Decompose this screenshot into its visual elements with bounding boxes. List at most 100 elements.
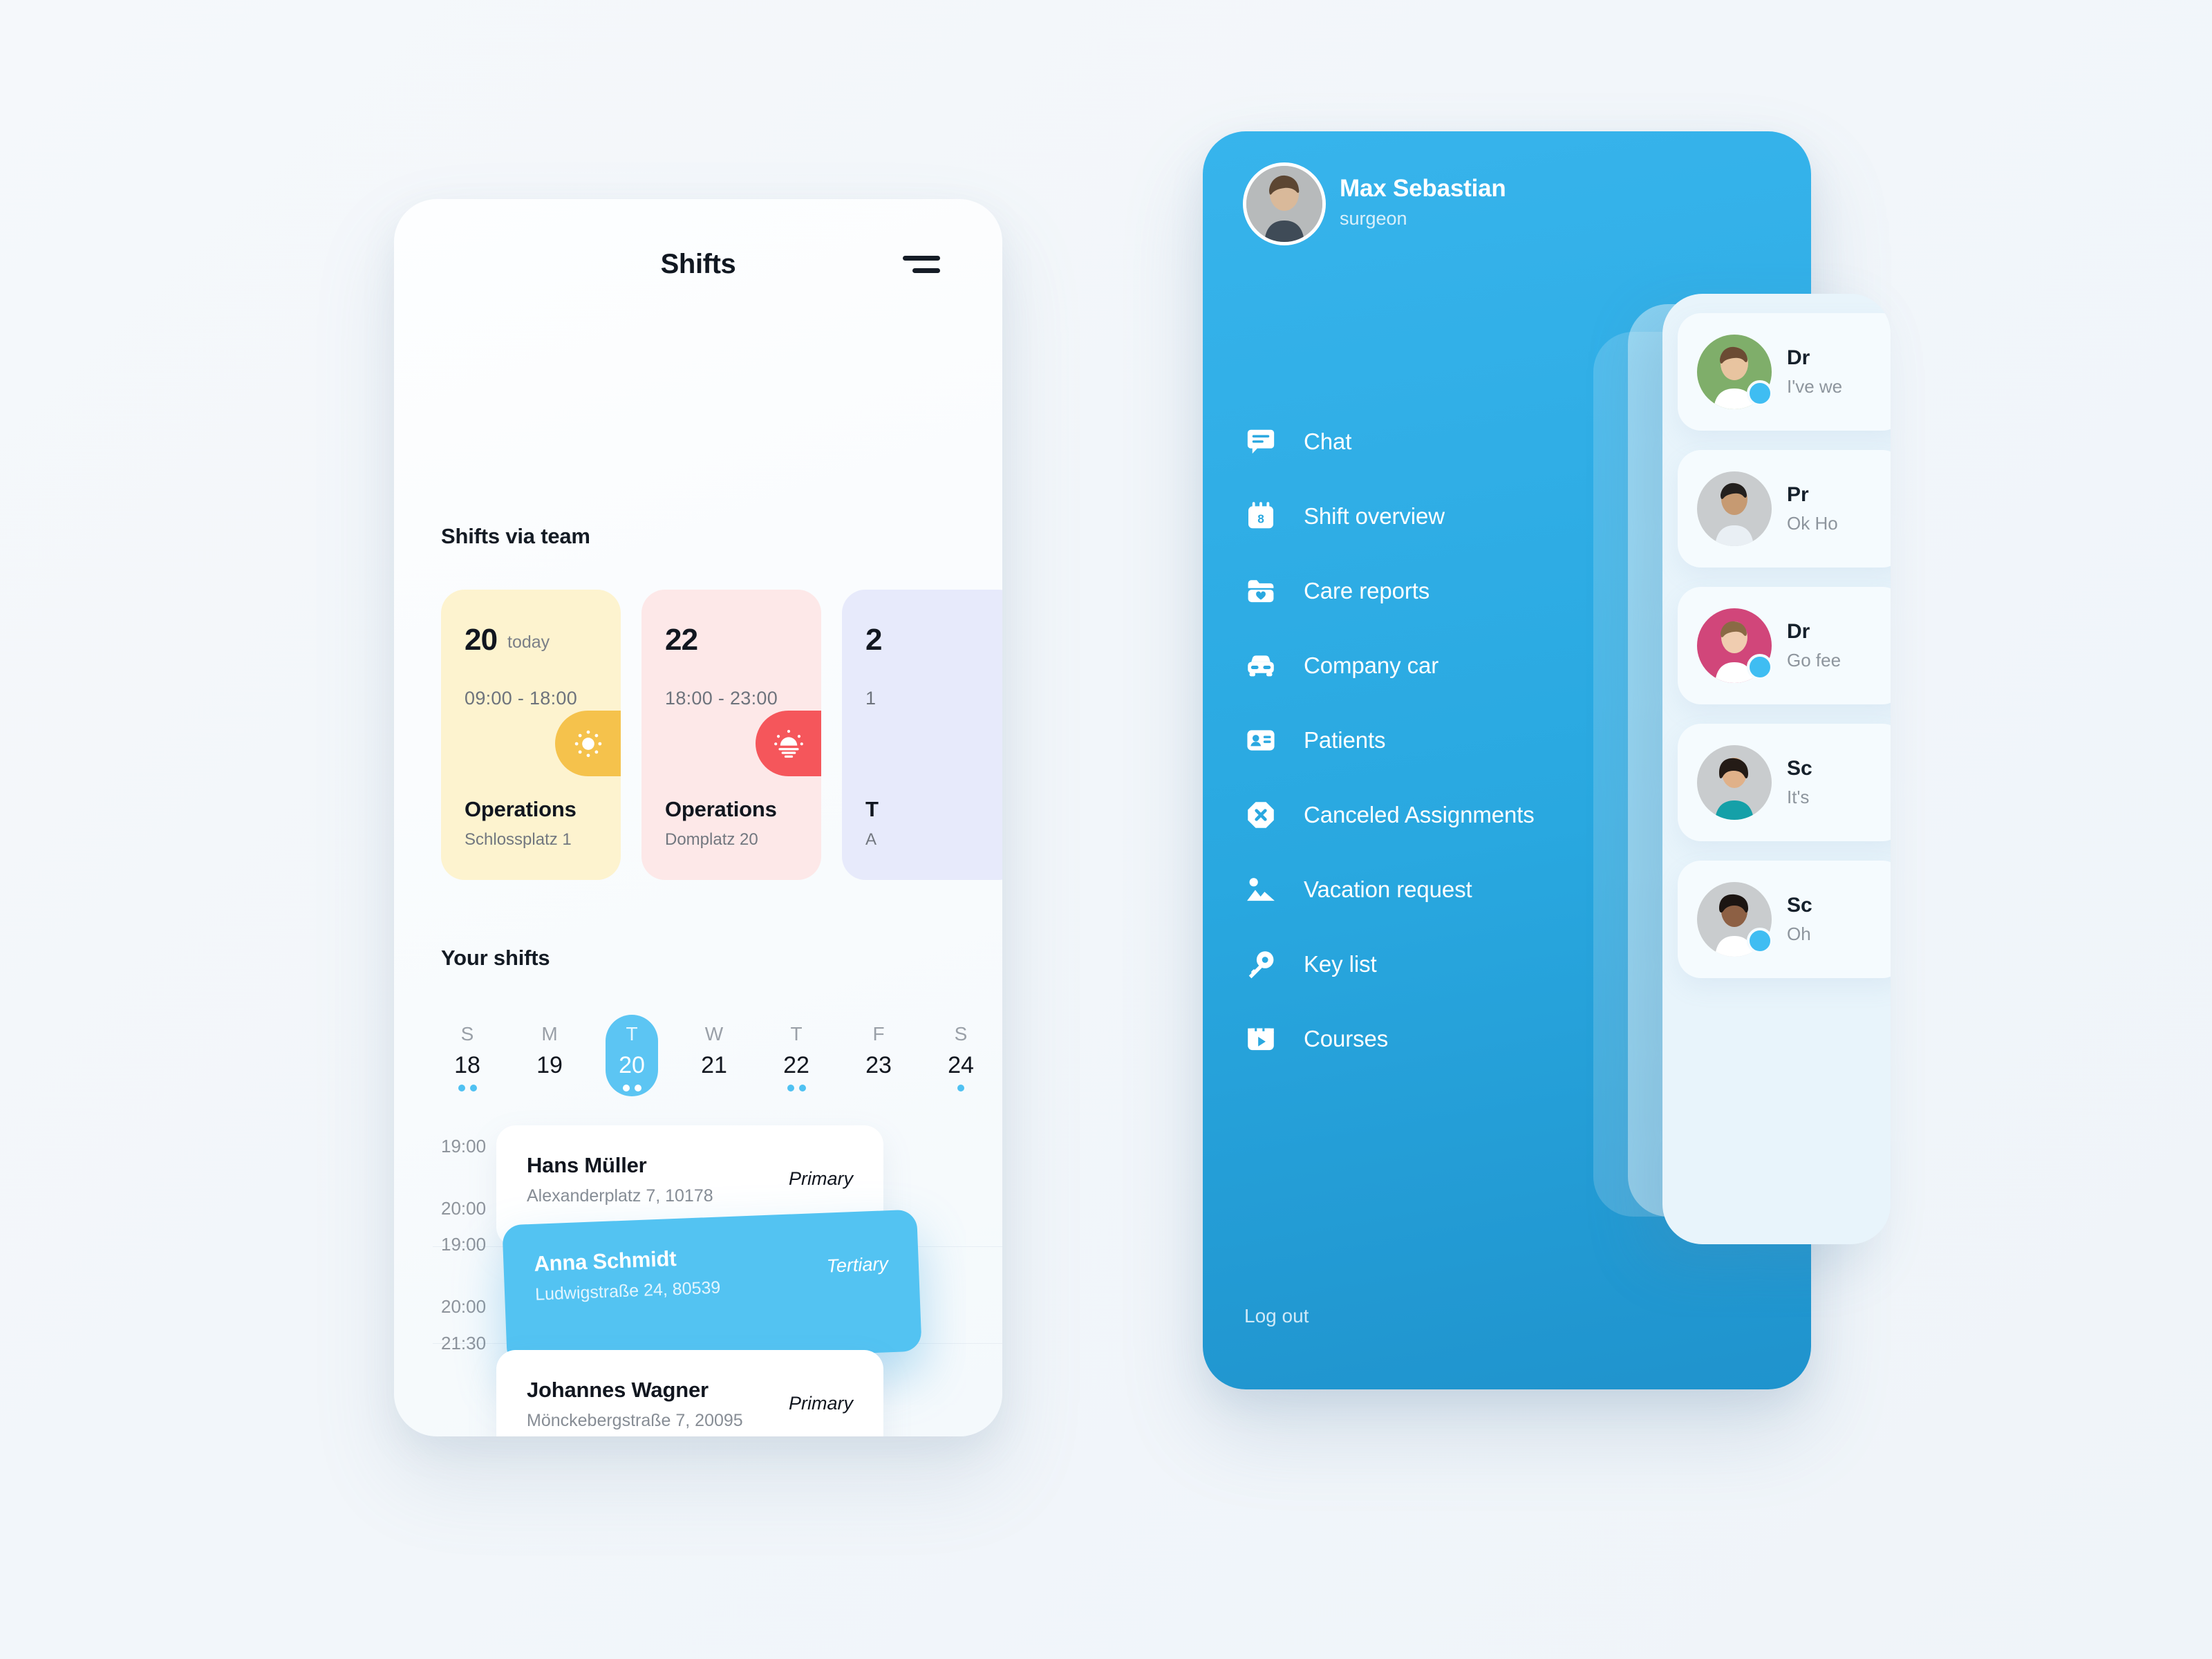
shift-timeline: 19:00 20:00 19:00 20:00 21:30 Hans Mülle… xyxy=(394,1125,1002,1436)
menu-item-label: Vacation request xyxy=(1304,877,1472,902)
hamburger-icon[interactable] xyxy=(903,256,940,279)
chat-preview: Go fee xyxy=(1787,649,1841,671)
chat-preview: I've we xyxy=(1787,375,1843,397)
logout-button[interactable]: Log out xyxy=(1244,1305,1309,1327)
appointment-role: Tertiary xyxy=(826,1253,889,1277)
appointment-name: Anna Schmidt xyxy=(533,1246,677,1276)
menu-item-label: Courses xyxy=(1304,1026,1389,1051)
shift-card-address: A xyxy=(865,830,877,849)
avatar xyxy=(1697,471,1772,546)
chat-list-item[interactable]: Dr Go fee xyxy=(1678,587,1891,704)
chat-bubble-icon xyxy=(1243,424,1279,460)
shift-card[interactable]: 2 1 T A xyxy=(842,590,1002,880)
shift-card-time: 1 xyxy=(865,688,877,709)
shift-card-address: Domplatz 20 xyxy=(665,830,758,849)
timeline-time-label: 20:00 xyxy=(441,1198,487,1219)
menu-item-label: Canceled Assignments xyxy=(1304,802,1535,827)
appointment-role: Primary xyxy=(789,1393,853,1414)
section-title-team: Shifts via team xyxy=(441,524,590,548)
day-of-week: T xyxy=(626,1023,638,1044)
appointment-card-selected[interactable]: Anna Schmidt Ludwigstraße 24, 80539 Tert… xyxy=(502,1209,922,1367)
chat-name: Dr xyxy=(1787,619,1810,643)
day-number: 24 xyxy=(948,1052,974,1078)
avatar xyxy=(1697,608,1773,683)
appointment-address: Mönckebergstraße 7, 20095 xyxy=(527,1411,743,1430)
day-selector[interactable]: S 18 M 19 T 20 W 21 T 22 F 23 S 24 xyxy=(441,1015,987,1098)
chat-preview: It's xyxy=(1787,786,1810,807)
appointment-name: Johannes Wagner xyxy=(527,1378,709,1402)
avatar xyxy=(1697,335,1773,409)
day-cell-18[interactable]: S 18 xyxy=(441,1015,494,1096)
chat-list-item[interactable]: Dr I've we xyxy=(1678,313,1891,431)
timeline-time-label: 19:00 xyxy=(441,1136,487,1156)
menu-item-label: Shift overview xyxy=(1304,503,1445,529)
calendar-icon: 8 xyxy=(1243,498,1279,534)
day-number: 22 xyxy=(783,1052,809,1078)
chat-name: Dr xyxy=(1787,346,1810,369)
appointment-card[interactable]: Johannes Wagner Mönckebergstraße 7, 2009… xyxy=(496,1350,883,1436)
section-title-your-shifts: Your shifts xyxy=(441,946,550,970)
x-octagon-icon xyxy=(1243,797,1279,833)
online-indicator xyxy=(1747,928,1773,954)
timeline-time-label: 21:30 xyxy=(441,1333,487,1353)
day-dots xyxy=(458,1085,477,1091)
shift-card-department: Operations xyxy=(665,797,777,821)
chat-name: Pr xyxy=(1787,482,1809,506)
day-of-week: T xyxy=(790,1023,803,1044)
key-icon xyxy=(1243,946,1279,982)
day-cell-24[interactable]: S 24 xyxy=(935,1015,987,1096)
sunset-icon xyxy=(756,711,821,776)
shift-card-address: Schlossplatz 1 xyxy=(465,830,572,849)
chat-list-item[interactable]: Sc It's xyxy=(1678,724,1891,841)
day-of-week: W xyxy=(704,1023,724,1044)
day-number: 19 xyxy=(536,1052,563,1078)
appointment-name: Hans Müller xyxy=(527,1153,647,1177)
folder-heart-icon xyxy=(1243,573,1279,609)
day-cell-23[interactable]: F 23 xyxy=(852,1015,905,1096)
avatar xyxy=(1697,745,1772,820)
appointment-address: Alexanderplatz 7, 10178 xyxy=(527,1186,713,1206)
day-dots xyxy=(622,1085,641,1091)
menu-item-label: Patients xyxy=(1304,727,1386,753)
shift-card[interactable]: 20 today 09:00 - 18:00 Operations Schlos… xyxy=(441,590,621,880)
team-shift-carousel[interactable]: 20 today 09:00 - 18:00 Operations Schlos… xyxy=(441,590,1002,880)
shift-card-time: 09:00 - 18:00 xyxy=(465,688,578,709)
day-cell-22[interactable]: T 22 xyxy=(770,1015,823,1096)
video-play-icon xyxy=(1243,1021,1279,1057)
landscape-icon xyxy=(1243,872,1279,908)
menu-item-label: Care reports xyxy=(1304,578,1430,603)
online-indicator xyxy=(1747,380,1773,406)
chat-name: Sc xyxy=(1787,893,1812,917)
menu-item-label: Key list xyxy=(1304,951,1377,977)
menu-item-label: Chat xyxy=(1304,429,1352,454)
day-dots xyxy=(787,1085,806,1091)
chat-preview: Ok Ho xyxy=(1787,512,1838,534)
online-indicator xyxy=(1747,654,1773,680)
day-number: 18 xyxy=(454,1052,480,1078)
timeline-time-label: 19:00 xyxy=(441,1234,487,1255)
shift-card-time: 18:00 - 23:00 xyxy=(665,688,778,709)
day-number: 21 xyxy=(701,1052,727,1078)
avatar xyxy=(1697,882,1773,957)
shift-card[interactable]: 22 18:00 - 23:00 Operations Domplatz 20 xyxy=(641,590,821,880)
profile-header[interactable]: Max Sebastian surgeon xyxy=(1243,162,1658,252)
day-number: 23 xyxy=(865,1052,892,1078)
day-of-week: M xyxy=(541,1023,558,1044)
chat-preview: Oh xyxy=(1787,923,1811,944)
profile-role: surgeon xyxy=(1340,208,1407,229)
day-cell-21[interactable]: W 21 xyxy=(688,1015,740,1096)
day-cell-20[interactable]: T 20 xyxy=(606,1015,658,1096)
chat-list-item[interactable]: Sc Oh xyxy=(1678,861,1891,978)
chat-list-item[interactable]: Pr Ok Ho xyxy=(1678,450,1891,568)
chat-drawer[interactable]: Dr I've we Pr Ok Ho Dr Go fee Sc It's Sc… xyxy=(1662,294,1891,1244)
shift-card-day: 20 xyxy=(465,623,498,657)
svg-text:8: 8 xyxy=(1257,512,1264,526)
chat-name: Sc xyxy=(1787,756,1812,780)
shifts-phone: Shifts Shifts via team 20 today 09:00 - … xyxy=(394,199,1002,1436)
avatar xyxy=(1243,162,1326,245)
day-dots xyxy=(957,1085,964,1091)
id-card-icon xyxy=(1243,722,1279,758)
shifts-header: Shifts xyxy=(394,249,1002,297)
day-cell-19[interactable]: M 19 xyxy=(523,1015,576,1096)
shift-card-day: 2 xyxy=(865,623,882,657)
